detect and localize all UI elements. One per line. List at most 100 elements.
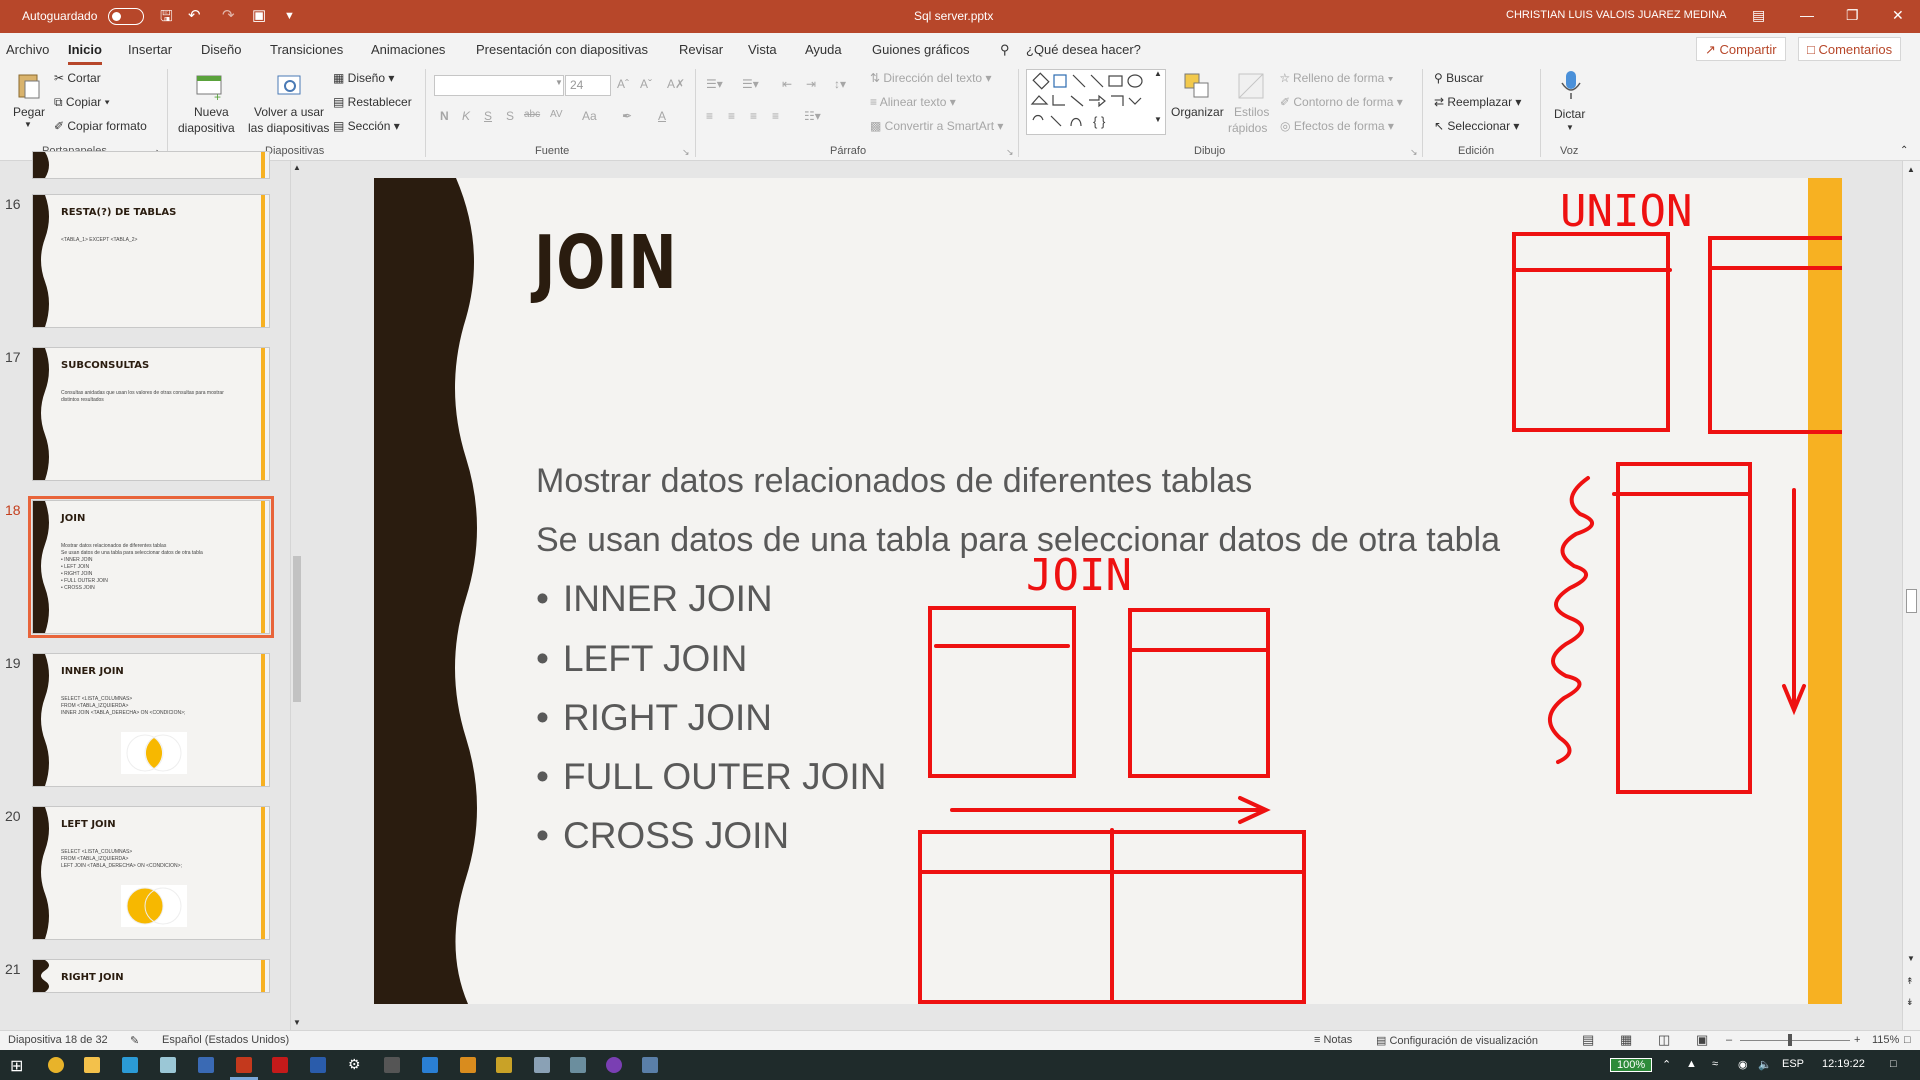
thumbnail-scrollbar[interactable]: ▲ ▼ [290, 161, 302, 1030]
search-icon[interactable]: ⚲ [1000, 42, 1010, 58]
notifications-icon[interactable]: □ [1890, 1058, 1897, 1070]
smartart-button[interactable]: ▩ Convertir a SmartArt ▾ [870, 119, 1003, 133]
italic-button[interactable]: K [462, 109, 470, 123]
shape-effects-button[interactable]: ◎ Efectos de forma ▾ [1280, 119, 1394, 133]
font-size-input[interactable]: 24 [565, 75, 611, 96]
settings-icon[interactable]: ⚙ [348, 1056, 361, 1073]
app-icon[interactable] [570, 1057, 586, 1073]
restore-icon[interactable]: ❐ [1846, 7, 1859, 24]
notepad-icon[interactable] [160, 1057, 176, 1073]
align-center-icon[interactable]: ≡ [728, 109, 735, 123]
app-icon[interactable] [496, 1057, 512, 1073]
app-icon[interactable] [642, 1057, 658, 1073]
collapse-ribbon-icon[interactable]: ⌃ [1900, 145, 1908, 156]
reset-button[interactable]: ▤ Restablecer [333, 95, 412, 109]
input-language[interactable]: ESP [1782, 1058, 1804, 1070]
slide-counter[interactable]: Diapositiva 18 de 32 [8, 1034, 108, 1046]
share-button[interactable]: ↗ Compartir [1696, 37, 1786, 61]
shadow-button[interactable]: S [506, 109, 514, 123]
font-name-input[interactable] [434, 75, 564, 96]
tray-app-icon[interactable]: ▲ [1686, 1058, 1697, 1070]
fit-slide-icon[interactable]: □ [1904, 1034, 1911, 1046]
paste-dropdown-icon[interactable]: ▼ [24, 120, 32, 129]
increase-font-icon[interactable]: Aˆ [617, 77, 629, 91]
reuse-slides-label-2[interactable]: las diapositivas [248, 121, 329, 135]
decrease-font-icon[interactable]: Aˇ [640, 77, 652, 91]
line-spacing-icon[interactable]: ↕▾ [834, 77, 846, 91]
tray-expand-icon[interactable]: ⌃ [1662, 1058, 1671, 1071]
section-button[interactable]: ▤ Sección ▾ [333, 119, 400, 133]
prev-slide-icon[interactable]: ↟ [1906, 976, 1914, 987]
microphone-icon[interactable] [1556, 69, 1586, 99]
highlight-icon[interactable]: ✒ [622, 109, 632, 123]
arrange-icon[interactable] [1182, 71, 1212, 101]
tab-transiciones[interactable]: Transiciones [270, 42, 343, 57]
quick-styles-icon[interactable] [1236, 71, 1266, 101]
text-direction-button[interactable]: ⇅ Dirección del texto ▾ [870, 71, 991, 85]
powerpoint-icon[interactable] [236, 1057, 252, 1073]
copy-button[interactable]: ⧉ Copiar ▾ [54, 95, 110, 110]
windows-start-icon[interactable]: ⊞ [10, 1056, 23, 1076]
new-slide-label-2[interactable]: diapositiva [178, 121, 235, 135]
editor-scrollbar[interactable]: ▲ ▼ ↟ ↡ [1902, 161, 1920, 1030]
app-icon[interactable] [606, 1057, 622, 1073]
redo-icon[interactable]: ↷ [222, 6, 235, 24]
paste-button[interactable]: Pegar [13, 105, 45, 119]
slide-thumbnail-15[interactable] [32, 151, 270, 179]
tray-app-icon[interactable]: ◉ [1738, 1058, 1748, 1071]
shape-fill-button[interactable]: ⛦ Relleno de forma ▾ [1280, 71, 1394, 86]
gallery-up-icon[interactable]: ▲ [1154, 69, 1162, 78]
tab-presentacion[interactable]: Presentación con diapositivas [476, 42, 648, 57]
font-launcher-icon[interactable]: ↘ [682, 147, 690, 158]
new-slide-label-1[interactable]: Nueva [194, 105, 229, 119]
scroll-thumb[interactable] [293, 556, 301, 702]
tab-ayuda[interactable]: Ayuda [805, 42, 842, 57]
paste-icon[interactable] [14, 71, 44, 101]
strikethrough-button[interactable]: abc [524, 109, 540, 120]
increase-indent-icon[interactable]: ⇥ [806, 77, 816, 91]
display-settings-button[interactable]: ▤ Configuración de visualización [1376, 1034, 1538, 1047]
clock[interactable]: 12:19:22 [1822, 1058, 1865, 1070]
align-left-icon[interactable]: ≡ [706, 109, 713, 123]
align-text-button[interactable]: ≡ Alinear texto ▾ [870, 95, 956, 109]
tab-guiones[interactable]: Guiones gráficos [872, 42, 970, 57]
calculator-icon[interactable] [384, 1057, 400, 1073]
slide-thumbnail-16[interactable]: RESTA(?) DE TABLAS <TABLA_1> EXCEPT <TABL… [32, 194, 270, 328]
acrobat-icon[interactable] [272, 1057, 288, 1073]
tab-inicio[interactable]: Inicio [68, 42, 102, 65]
dictate-button[interactable]: Dictar [1554, 107, 1585, 121]
present-icon[interactable]: ▣ [252, 6, 266, 24]
change-case-button[interactable]: Aa [582, 109, 597, 123]
cut-button[interactable]: ✂ Cortar [54, 71, 101, 85]
tab-vista[interactable]: Vista [748, 42, 777, 57]
arrange-button[interactable]: Organizar [1171, 105, 1224, 119]
zoom-in-icon[interactable]: + [1854, 1034, 1860, 1046]
slide-canvas[interactable]: JOIN Mostrar datos relacionados de difer… [374, 178, 1842, 1004]
char-spacing-button[interactable]: AV [550, 109, 563, 120]
network-icon[interactable]: ≈ [1712, 1058, 1718, 1070]
quick-styles-label-2[interactable]: rápidos [1228, 121, 1267, 135]
zoom-level[interactable]: 115% [1872, 1034, 1899, 1046]
spellcheck-icon[interactable]: ✎ [130, 1034, 139, 1047]
tab-insertar[interactable]: Insertar [128, 42, 172, 57]
font-name-dropdown-icon[interactable]: ▼ [555, 78, 563, 87]
align-right-icon[interactable]: ≡ [750, 109, 757, 123]
scroll-down-icon[interactable]: ▼ [293, 1018, 301, 1027]
justify-icon[interactable]: ≡ [772, 109, 779, 123]
minimize-icon[interactable]: — [1800, 7, 1814, 23]
user-name[interactable]: CHRISTIAN LUIS VALOIS JUAREZ MEDINA [1506, 9, 1726, 21]
format-painter-button[interactable]: ✐ Copiar formato [54, 119, 147, 133]
chrome-icon[interactable] [48, 1057, 64, 1073]
decrease-indent-icon[interactable]: ⇤ [782, 77, 792, 91]
vscode-icon[interactable] [422, 1057, 438, 1073]
reuse-slides-label-1[interactable]: Volver a usar [254, 105, 324, 119]
slideshow-icon[interactable]: ▣ [1696, 1032, 1708, 1048]
save-icon[interactable]: 🖫 [160, 6, 173, 31]
find-button[interactable]: ⚲ Buscar [1434, 71, 1483, 85]
tab-diseno[interactable]: Diseño [201, 42, 241, 57]
comments-button[interactable]: □ Comentarios [1798, 37, 1902, 61]
editor-scroll-up-icon[interactable]: ▲ [1907, 165, 1915, 174]
columns-icon[interactable]: ☷▾ [804, 109, 821, 123]
autosave-toggle[interactable] [108, 8, 144, 25]
app-l-icon[interactable] [122, 1057, 138, 1073]
